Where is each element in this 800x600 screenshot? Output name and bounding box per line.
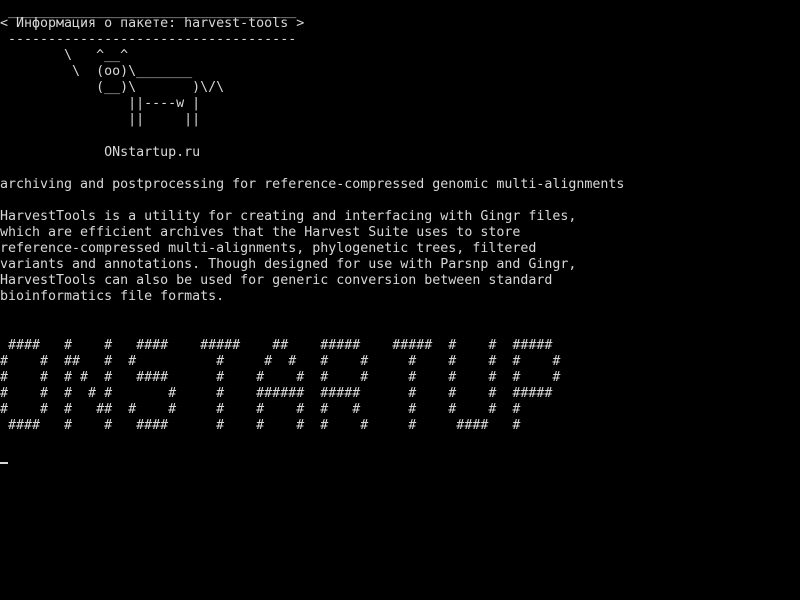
- description-line: variants and annotations. Though designe…: [0, 257, 577, 272]
- figlet-banner-line: # # # ## # # # # # # # # # # #: [0, 402, 521, 417]
- description-line: which are efficient archives that the Ha…: [0, 225, 521, 240]
- cow-art-line: \ ^__^: [0, 48, 129, 63]
- description-line: reference-compressed multi-alignments, p…: [0, 241, 537, 256]
- cow-art-line: ||----w |: [0, 96, 201, 111]
- description-line: HarvestTools is a utility for creating a…: [0, 209, 577, 224]
- package-summary: archiving and postprocessing for referen…: [0, 177, 625, 192]
- text-cursor: [0, 462, 8, 464]
- banner-bottom-border: ------------------------------------: [0, 32, 297, 47]
- description-line: bioinformatics file formats.: [0, 289, 225, 304]
- terminal-screen[interactable]: ____________________________________ < И…: [0, 0, 800, 600]
- description-line: HarvestTools can also be used for generi…: [0, 273, 553, 288]
- figlet-banner-line: #### # # #### ##### ## ##### ##### # # #…: [0, 338, 553, 353]
- site-name: ONstartup.ru: [0, 145, 201, 160]
- figlet-banner-line: #### # # #### # # # # # # #### #: [0, 418, 521, 433]
- banner-title: < Информация о пакете: harvest-tools >: [0, 16, 305, 31]
- figlet-banner-line: # # # # # #### # # # # # # # # # #: [0, 370, 561, 385]
- cow-art-line: (__)\ )\/\: [0, 80, 225, 95]
- cow-art-line: \ (oo)\_______: [0, 64, 193, 79]
- figlet-banner-line: # # # # # # # ###### ##### # # # #####: [0, 386, 553, 401]
- figlet-banner-line: # # ## # # # # # # # # # # # #: [0, 354, 561, 369]
- cow-art-line: || ||: [0, 112, 201, 127]
